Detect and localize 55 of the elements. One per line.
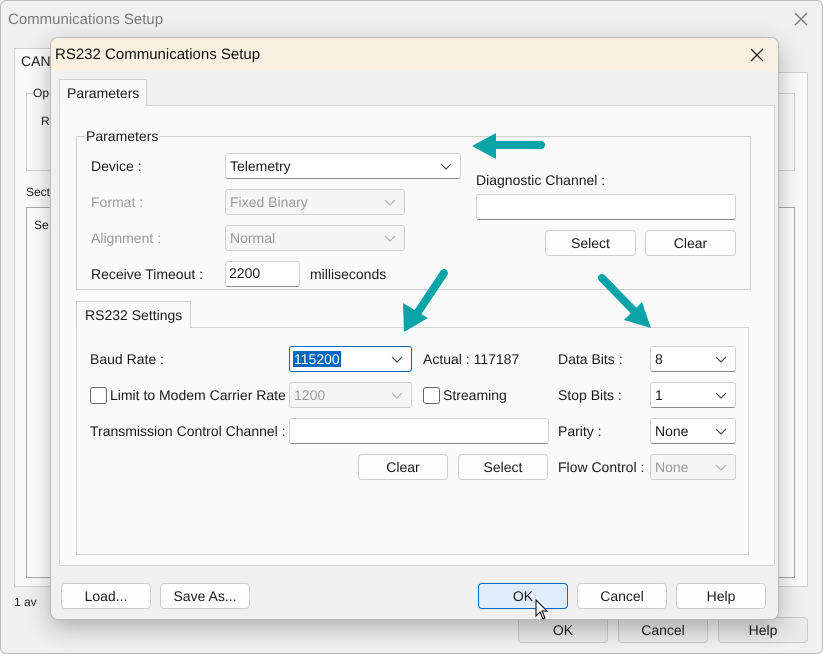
input-field[interactable] <box>289 418 549 444</box>
button[interactable]: Save As... <box>160 583 250 609</box>
unit-text: milliseconds <box>310 266 386 282</box>
field-label: Parity : <box>558 423 603 439</box>
field-label: Flow Control : <box>558 459 646 475</box>
chevron-down-icon <box>391 356 403 362</box>
field-label: Receive Timeout : <box>91 266 204 282</box>
button[interactable]: Select <box>458 454 548 480</box>
group-title: Op <box>33 86 50 100</box>
button[interactable]: Cancel <box>577 583 667 609</box>
list-item[interactable]: Se <box>34 218 49 232</box>
field-label: Alignment : <box>91 230 162 246</box>
group-text: R <box>41 114 50 128</box>
status-text: 1 av <box>14 595 37 609</box>
window-title: Communications Setup <box>8 10 164 28</box>
field-label: Format : <box>91 194 144 210</box>
checkbox[interactable]: Streaming <box>423 386 507 404</box>
chevron-down-icon <box>384 198 396 206</box>
dropdown[interactable]: 8 <box>650 346 736 372</box>
chevron-down-icon <box>715 356 727 362</box>
button[interactable]: Help <box>676 583 766 609</box>
field-label: Data Bits : <box>558 351 624 367</box>
button[interactable]: Clear <box>645 230 736 256</box>
group-title: Parameters <box>85 128 160 144</box>
chevron-down-icon <box>440 162 452 170</box>
button[interactable]: Select <box>545 230 636 256</box>
tab[interactable]: Parameters <box>59 79 148 106</box>
chevron-down-icon <box>391 392 403 398</box>
dropdown[interactable]: Telemetry <box>225 153 461 179</box>
field-label: Transmission Control Channel : <box>90 423 287 439</box>
dialog-title: RS232 Communications Setup <box>55 46 260 63</box>
chevron-down-icon <box>384 234 396 242</box>
arrow <box>598 274 651 328</box>
input-field[interactable] <box>476 194 736 220</box>
field-label: Stop Bits : <box>558 387 623 403</box>
field-label: Diagnostic Channel : <box>476 172 606 188</box>
button[interactable]: OK <box>478 583 568 609</box>
mouse-pointer-icon <box>535 599 549 621</box>
button[interactable]: Load... <box>61 583 151 609</box>
tab[interactable]: RS232 Settings <box>76 301 192 328</box>
input-field[interactable]: 2200 <box>225 261 300 287</box>
actual-rate-text: Actual : 117187 <box>423 351 520 367</box>
dropdown[interactable]: 115200 <box>289 346 412 372</box>
button[interactable]: Help <box>718 617 808 643</box>
dropdown[interactable]: None <box>650 418 736 444</box>
chevron-down-icon <box>715 392 727 398</box>
field-label: Baud Rate : <box>90 351 165 367</box>
field-label: Device : <box>91 158 143 174</box>
chevron-down-icon <box>715 428 727 434</box>
chevron-down-icon <box>715 464 727 470</box>
button[interactable]: Clear <box>358 454 448 480</box>
dropdown[interactable]: 1 <box>650 382 736 408</box>
close-icon[interactable] <box>750 48 764 62</box>
arrow <box>403 269 448 332</box>
section-label: Sect <box>26 185 50 199</box>
